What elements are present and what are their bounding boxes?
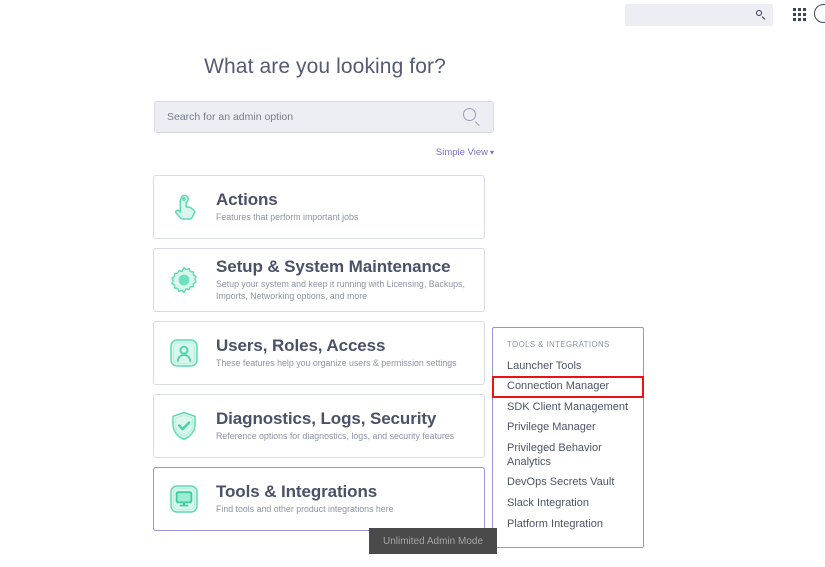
- card-title: Users, Roles, Access: [216, 336, 386, 356]
- flyout-item-platform-integration[interactable]: Platform Integration: [493, 514, 643, 535]
- card-users-roles-access[interactable]: Users, Roles, Access These features help…: [153, 321, 485, 385]
- hand-click-icon: [166, 189, 202, 225]
- card-subtitle: These features help you organize users &…: [216, 358, 457, 369]
- monitor-icon: [166, 481, 202, 517]
- simple-view-label: Simple View: [435, 147, 488, 158]
- card-title: Tools & Integrations: [216, 482, 378, 502]
- user-icon: [166, 335, 202, 371]
- search-icon[interactable]: [463, 108, 481, 126]
- status-banner: Unlimited Admin Mode: [369, 528, 497, 554]
- flyout-header: TOOLS & INTEGRATIONS: [507, 340, 610, 349]
- card-tools-integrations[interactable]: Tools & Integrations Find tools and othe…: [153, 467, 485, 531]
- card-title: Actions: [216, 190, 278, 210]
- card-subtitle: Find tools and other product integration…: [216, 504, 394, 515]
- shield-check-icon: [166, 408, 202, 444]
- flyout-item-connection-manager[interactable]: Connection Manager: [492, 375, 644, 399]
- card-text-block: Users, Roles, Access These features help…: [216, 336, 484, 370]
- gear-icon: [166, 262, 202, 298]
- global-search-box[interactable]: [625, 4, 773, 26]
- global-search-input[interactable]: [625, 8, 756, 22]
- tools-integrations-flyout: TOOLS & INTEGRATIONS Launcher Tools Conn…: [492, 327, 644, 548]
- apps-grid-icon[interactable]: [793, 8, 807, 22]
- card-text-block: Diagnostics, Logs, Security Reference op…: [216, 409, 484, 443]
- status-banner-text: Unlimited Admin Mode: [382, 535, 484, 547]
- flyout-item-launcher-tools[interactable]: Launcher Tools: [493, 356, 643, 377]
- flyout-item-sdk-client-management[interactable]: SDK Client Management: [493, 397, 643, 418]
- card-text-block: Actions Features that perform important …: [216, 190, 484, 224]
- flyout-item-devops-secrets-vault[interactable]: DevOps Secrets Vault: [493, 473, 643, 494]
- admin-search-input[interactable]: [165, 110, 463, 124]
- card-diagnostics-logs-security[interactable]: Diagnostics, Logs, Security Reference op…: [153, 394, 485, 458]
- category-card-list: Actions Features that perform important …: [153, 175, 485, 540]
- card-text-block: Setup & System Maintenance Setup your sy…: [216, 257, 484, 302]
- card-subtitle: Setup your system and keep it running wi…: [216, 279, 465, 302]
- admin-search-box[interactable]: [154, 101, 494, 133]
- simple-view-toggle[interactable]: Simple View ▾: [154, 147, 494, 158]
- card-text-block: Tools & Integrations Find tools and othe…: [216, 482, 484, 516]
- flyout-item-slack-integration[interactable]: Slack Integration: [493, 493, 643, 514]
- card-subtitle: Reference options for diagnostics, logs,…: [216, 431, 455, 442]
- card-subtitle: Features that perform important jobs: [216, 212, 359, 223]
- card-actions[interactable]: Actions Features that perform important …: [153, 175, 485, 239]
- flyout-item-privileged-behavior-analytics[interactable]: Privileged Behavior Analytics: [493, 439, 643, 473]
- card-title: Setup & System Maintenance: [216, 257, 451, 277]
- top-header-bar: [0, 0, 825, 30]
- search-icon[interactable]: [756, 9, 767, 21]
- page-title: What are you looking for?: [204, 55, 446, 78]
- flyout-item-privilege-manager[interactable]: Privilege Manager: [493, 418, 643, 439]
- chevron-down-icon[interactable]: ▾: [490, 148, 494, 157]
- user-avatar-icon[interactable]: [814, 4, 825, 23]
- card-setup-system-maintenance[interactable]: Setup & System Maintenance Setup your sy…: [153, 248, 485, 312]
- card-title: Diagnostics, Logs, Security: [216, 409, 437, 429]
